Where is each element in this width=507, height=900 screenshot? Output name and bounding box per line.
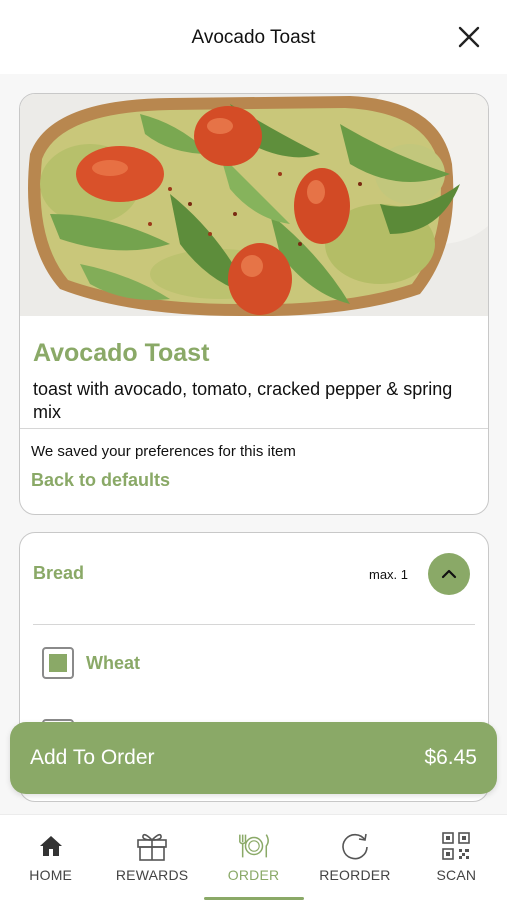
nav-label: ORDER bbox=[227, 867, 280, 883]
nav-scan[interactable]: SCAN bbox=[406, 815, 507, 900]
add-to-order-button[interactable]: Add To Order $6.45 bbox=[10, 722, 497, 794]
order-price: $6.45 bbox=[424, 746, 477, 769]
close-icon bbox=[458, 26, 480, 48]
option-group-title: Bread bbox=[33, 563, 85, 583]
nav-label: HOME bbox=[29, 867, 73, 883]
nav-rewards[interactable]: REWARDS bbox=[101, 815, 202, 900]
item-name: Avocado Toast bbox=[33, 339, 210, 367]
nav-reorder[interactable]: REORDER bbox=[304, 815, 405, 900]
nav-label: REORDER bbox=[319, 867, 391, 883]
item-description: toast with avocado, tomato, cracked pepp… bbox=[33, 379, 453, 422]
nav-order[interactable]: ORDER bbox=[203, 815, 304, 900]
item-card: Avocado Toast toast with avocado, tomato… bbox=[19, 93, 489, 515]
plate-utensils-icon bbox=[237, 829, 271, 863]
option-group-max: max. 1 bbox=[368, 567, 408, 582]
option-wheat[interactable]: Wheat bbox=[42, 646, 140, 680]
divider bbox=[33, 624, 475, 625]
checkbox-fill bbox=[49, 654, 67, 672]
top-bar: Avocado Toast bbox=[0, 0, 507, 74]
nav-home[interactable]: HOME bbox=[0, 815, 101, 900]
reorder-icon bbox=[338, 829, 372, 863]
preferences-notice: We saved your preferences for this item bbox=[31, 443, 296, 460]
close-button[interactable] bbox=[457, 25, 481, 49]
item-photo bbox=[20, 94, 488, 316]
add-to-order-label: Add To Order bbox=[30, 746, 155, 769]
page-title: Avocado Toast bbox=[191, 27, 316, 48]
collapse-group-button[interactable] bbox=[428, 553, 470, 595]
home-icon bbox=[34, 829, 68, 863]
option-label: Wheat bbox=[86, 652, 140, 673]
nav-label: SCAN bbox=[436, 867, 477, 883]
qr-code-icon bbox=[439, 829, 473, 863]
bottom-navigation: HOME REWARDS ORDER REORDER SCAN bbox=[0, 814, 507, 900]
chevron-up-icon bbox=[441, 569, 457, 579]
divider bbox=[20, 428, 488, 429]
gift-icon bbox=[135, 829, 169, 863]
item-detail-content: Avocado Toast toast with avocado, tomato… bbox=[0, 74, 507, 814]
checkbox-checked[interactable] bbox=[42, 647, 74, 679]
nav-label: REWARDS bbox=[115, 867, 189, 883]
back-to-defaults-link[interactable]: Back to defaults bbox=[31, 470, 170, 491]
